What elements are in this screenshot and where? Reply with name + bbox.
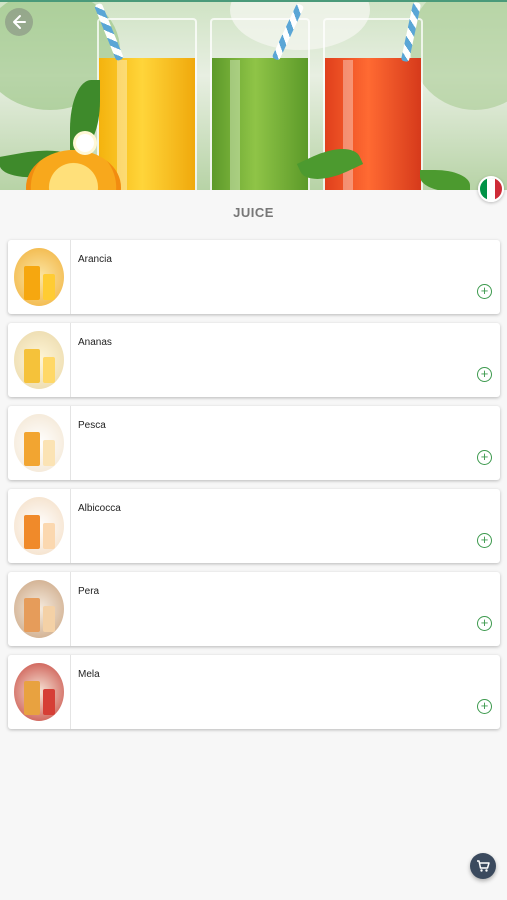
- flag-stripe-white: [487, 178, 495, 200]
- list-item[interactable]: Albicocca +: [8, 489, 500, 563]
- product-thumbnail: [14, 248, 64, 306]
- product-thumbnail-area: [8, 655, 71, 729]
- back-button[interactable]: [5, 8, 33, 36]
- hero-background-blur: [410, 0, 507, 110]
- product-thumbnail: [14, 331, 64, 389]
- product-thumbnail-area: [8, 489, 71, 563]
- hero-banner: [0, 0, 507, 190]
- product-thumbnail-area: [8, 572, 71, 646]
- language-flag-button[interactable]: [478, 176, 504, 202]
- product-thumbnail: [14, 580, 64, 638]
- orange-juice-glass: [94, 2, 197, 190]
- product-name: Ananas: [78, 337, 112, 348]
- product-thumbnail: [14, 497, 64, 555]
- list-item[interactable]: Arancia +: [8, 240, 500, 314]
- product-thumbnail-area: [8, 406, 71, 480]
- product-thumbnail: [14, 663, 64, 721]
- product-name: Pera: [78, 586, 100, 597]
- product-name: Arancia: [78, 254, 112, 265]
- green-juice-glass: [210, 3, 310, 190]
- add-circle-icon[interactable]: +: [477, 616, 492, 631]
- product-name: Pesca: [78, 420, 106, 431]
- cart-button[interactable]: [470, 853, 496, 879]
- arrow-left-icon: [13, 15, 26, 29]
- product-thumbnail: [14, 414, 64, 472]
- add-circle-icon[interactable]: +: [477, 533, 492, 548]
- add-circle-icon[interactable]: +: [477, 450, 492, 465]
- cart-icon: [477, 860, 490, 872]
- product-thumbnail-area: [8, 323, 71, 397]
- add-circle-icon[interactable]: +: [477, 699, 492, 714]
- product-list: Arancia + Ananas + Pesca + Albicocca + P…: [8, 240, 500, 738]
- list-item[interactable]: Pesca +: [8, 406, 500, 480]
- list-item[interactable]: Mela +: [8, 655, 500, 729]
- flag-stripe-red: [494, 178, 502, 200]
- section-title: JUICE: [233, 205, 274, 220]
- flag-stripe-green: [480, 178, 488, 200]
- add-circle-icon[interactable]: +: [477, 284, 492, 299]
- status-accent-strip: [0, 0, 507, 2]
- product-thumbnail-area: [8, 240, 71, 314]
- list-item[interactable]: Pera +: [8, 572, 500, 646]
- add-circle-icon[interactable]: +: [477, 367, 492, 382]
- product-name: Albicocca: [78, 503, 121, 514]
- mint-leaf-decoration: [420, 170, 470, 190]
- flower-decoration: [76, 134, 94, 152]
- list-item[interactable]: Ananas +: [8, 323, 500, 397]
- product-name: Mela: [78, 669, 100, 680]
